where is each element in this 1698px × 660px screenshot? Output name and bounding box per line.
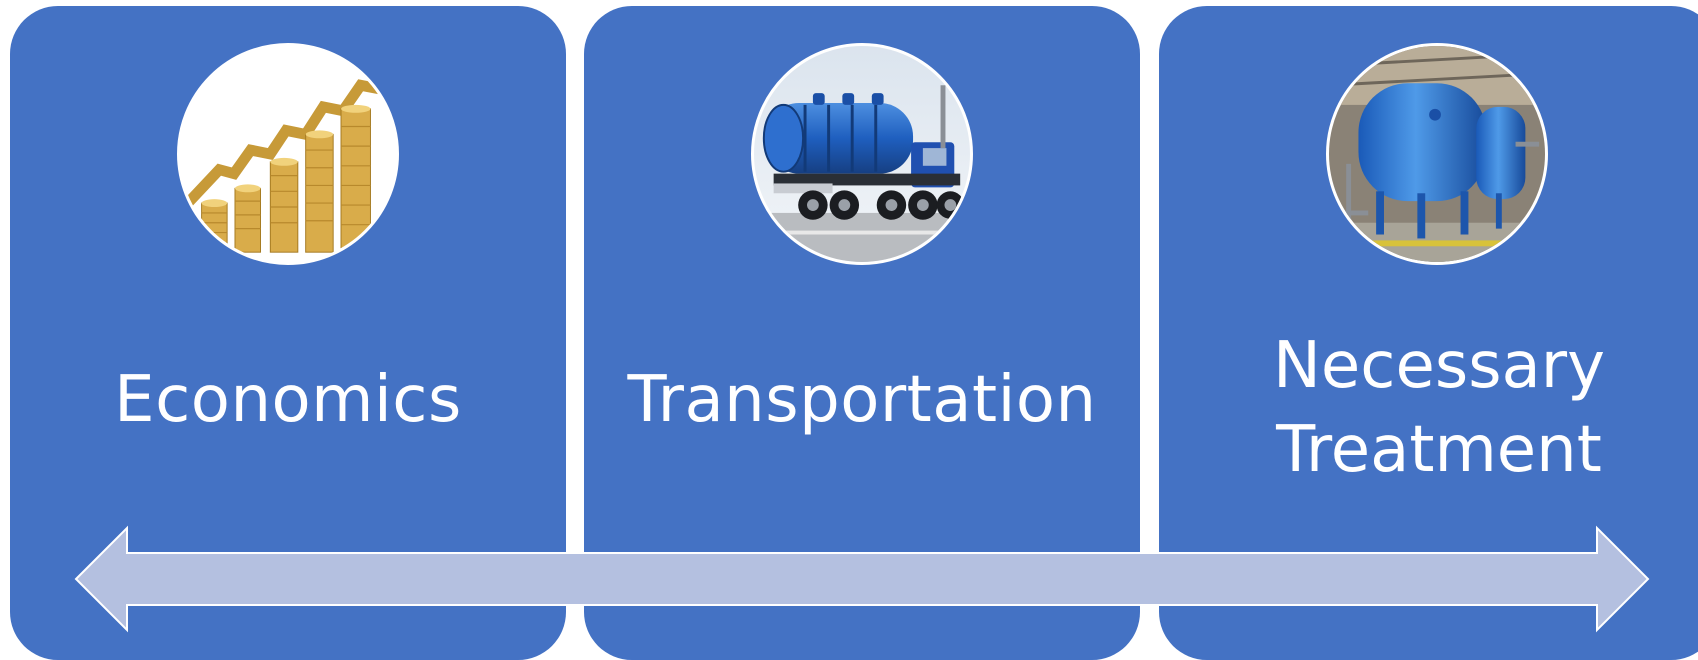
coin-growth-icon [180, 46, 396, 262]
tanker-truck-image [751, 43, 973, 265]
filtration-tank-icon [1329, 46, 1545, 262]
tanker-truck-icon [754, 46, 970, 262]
necessary-treatment-panel: Necessary Treatment [1159, 6, 1698, 660]
necessary-treatment-line-1: Necessary [1273, 329, 1605, 403]
economics-panel: Economics [10, 6, 566, 660]
transportation-label: Transportation [627, 363, 1097, 437]
coin-stacks-image [177, 43, 399, 265]
necessary-treatment-label: Necessary Treatment [1159, 324, 1698, 492]
necessary-treatment-line-2: Treatment [1276, 413, 1602, 487]
economics-label: Economics [114, 363, 462, 437]
transportation-panel: Transportation [584, 6, 1140, 660]
treatment-tanks-image [1326, 43, 1548, 265]
